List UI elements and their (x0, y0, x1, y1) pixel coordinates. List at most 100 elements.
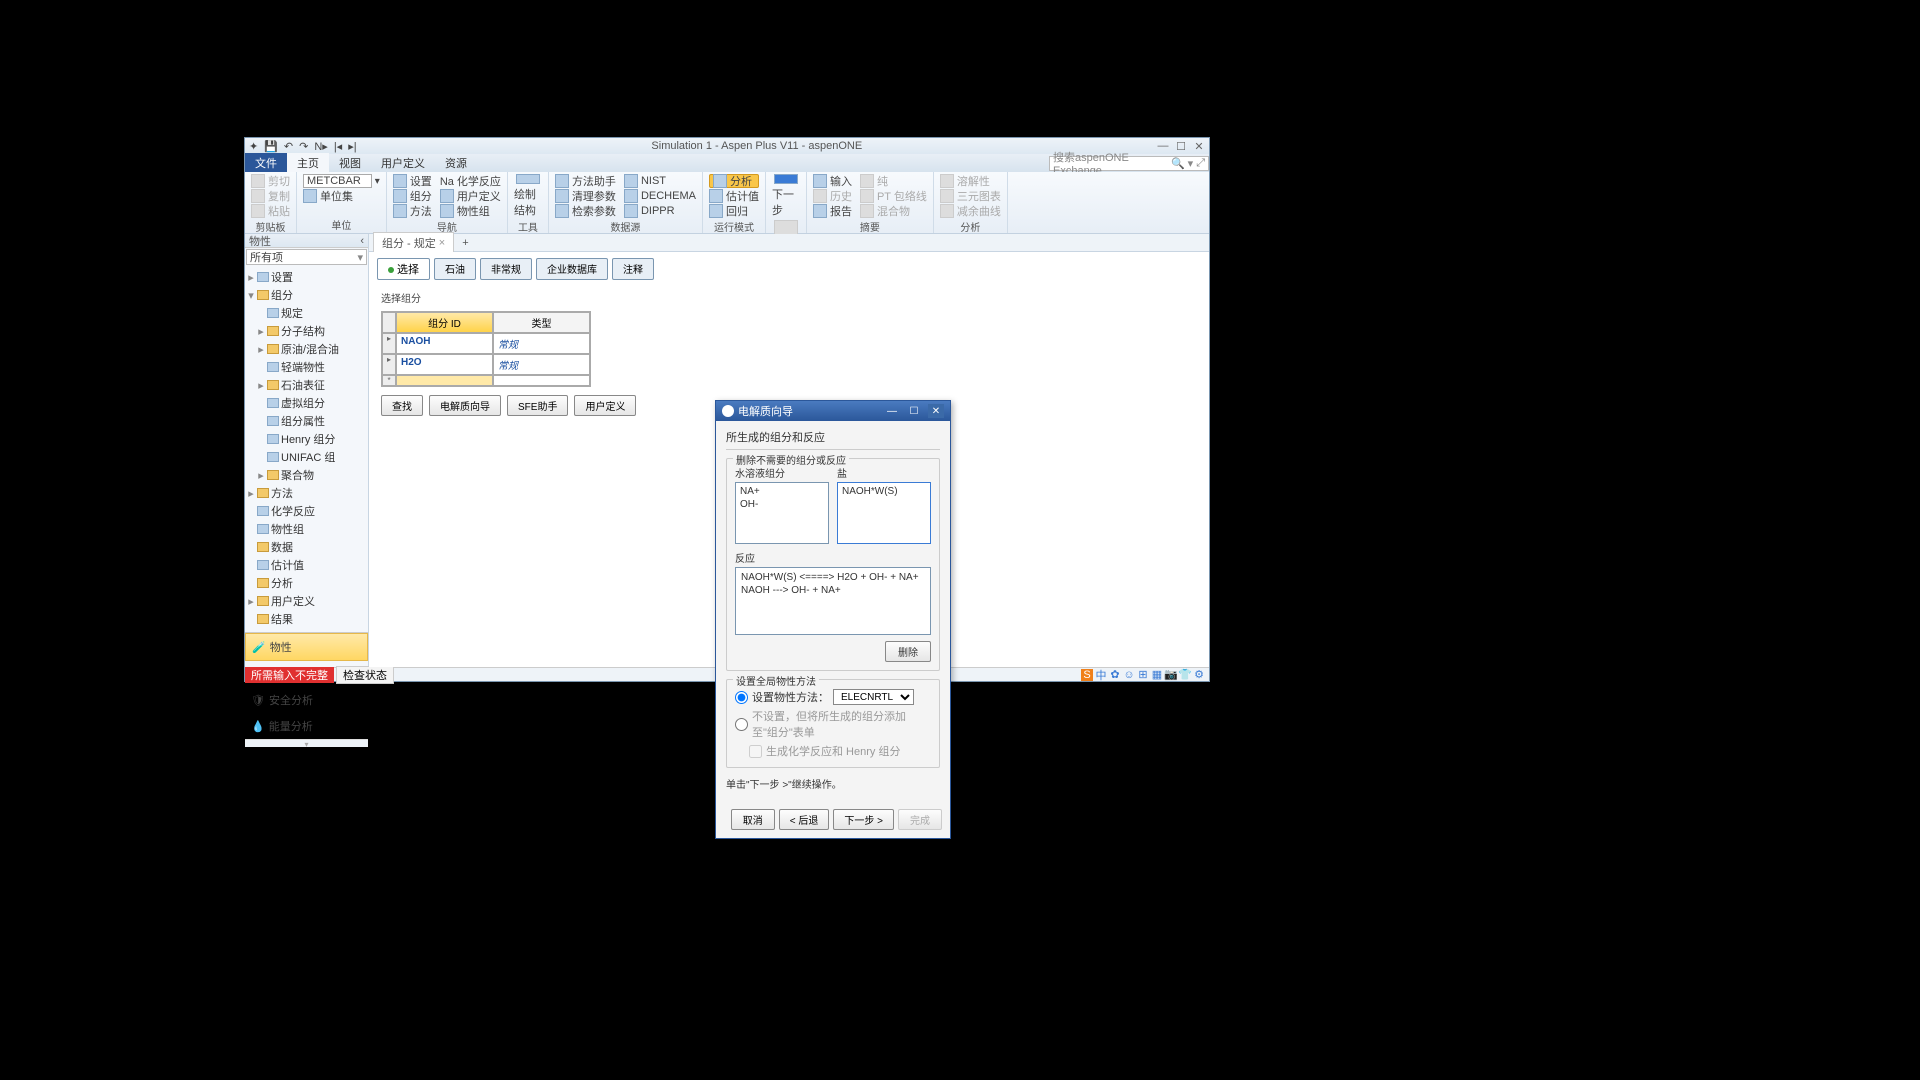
menu-tab-user[interactable]: 用户定义 (371, 153, 435, 173)
cell-id[interactable]: H2O (396, 354, 493, 375)
dialog-minimize[interactable]: — (884, 404, 900, 418)
radio-input[interactable] (735, 718, 748, 731)
ribbon-regression[interactable]: 回归 (709, 204, 759, 218)
ribbon-clean-param[interactable]: 清理参数 (555, 189, 616, 203)
radio-no-set[interactable]: 不设置，但将所生成的组分添加至"组分"表单 (735, 708, 931, 740)
toggle-icon[interactable]: ▸ (257, 325, 265, 338)
toggle-icon[interactable]: ▸ (247, 271, 255, 284)
grid-row[interactable]: H2O 常规 (382, 354, 590, 375)
radio-input[interactable] (735, 691, 748, 704)
tree-item[interactable]: ▸分子结构 (247, 322, 366, 340)
reactions-listbox[interactable]: NAOH*W(S) <====> H2O + OH- + NA+ NAOH --… (735, 567, 931, 635)
tree-item[interactable]: 数据 (247, 538, 366, 556)
row-marker[interactable] (382, 333, 396, 354)
col-id[interactable]: 组分 ID (396, 312, 493, 333)
menu-tab-home[interactable]: 主页 (287, 153, 329, 173)
tray-icon[interactable]: ▦ (1151, 669, 1163, 681)
ribbon-methods[interactable]: 方法 (393, 204, 432, 218)
subtab-comments[interactable]: 注释 (612, 258, 654, 280)
tree-item[interactable]: 估计值 (247, 556, 366, 574)
tree-item[interactable]: 物性组 (247, 520, 366, 538)
salt-listbox[interactable]: NAOH*W(S) (837, 482, 931, 544)
tray-icon[interactable]: ⚙ (1193, 669, 1205, 681)
cat-safety[interactable]: 🛡安全分析 (245, 687, 368, 713)
list-item[interactable]: NA+ (740, 485, 824, 498)
maximize-button[interactable]: ☐ (1175, 140, 1187, 152)
toggle-icon[interactable]: ▸ (257, 469, 265, 482)
tree-item[interactable]: ▾组分 (247, 286, 366, 304)
expand-icon[interactable]: ⤢ (1196, 157, 1205, 170)
tree-item[interactable]: ▸设置 (247, 268, 366, 286)
tray-icon[interactable]: ✿ (1109, 669, 1121, 681)
ribbon-userdef[interactable]: 用户定义 (440, 189, 501, 203)
cancel-button[interactable]: 取消 (731, 809, 775, 830)
search-icon[interactable]: 🔍 (1171, 157, 1185, 170)
cat-expand[interactable]: ▾ (245, 739, 368, 747)
tray-icon[interactable]: 👕 (1179, 669, 1191, 681)
tree-item[interactable]: 分析 (247, 574, 366, 592)
sfe-button[interactable]: SFE助手 (507, 395, 568, 416)
tree-item[interactable]: 组分属性 (247, 412, 366, 430)
subtab-select[interactable]: 选择 (377, 258, 430, 280)
status-check[interactable]: 检查状态 (336, 666, 394, 684)
ribbon-settings[interactable]: 设置 (393, 174, 432, 188)
tree-item[interactable]: 轻端物性 (247, 358, 366, 376)
ribbon-chemistry[interactable]: Na 化学反应 (440, 174, 501, 188)
tree-item[interactable]: 虚拟组分 (247, 394, 366, 412)
ribbon-dippr[interactable]: DIPPR (624, 204, 696, 218)
cell-id-new[interactable] (396, 375, 493, 386)
tray-icon[interactable]: 中 (1095, 669, 1107, 681)
cat-energy[interactable]: 💧能量分析 (245, 713, 368, 739)
dialog-maximize[interactable]: ☐ (906, 404, 922, 418)
collapse-icon[interactable]: ‹ (360, 235, 364, 247)
subtab-petroleum[interactable]: 石油 (434, 258, 476, 280)
tree-item[interactable]: 规定 (247, 304, 366, 322)
tree-item[interactable]: Henry 组分 (247, 430, 366, 448)
col-type[interactable]: 类型 (493, 312, 590, 333)
dropdown-icon[interactable]: ▾ (1188, 157, 1194, 170)
close-button[interactable]: ✕ (1193, 140, 1205, 152)
ribbon-report[interactable]: 报告 (813, 204, 852, 218)
row-marker[interactable] (382, 354, 396, 375)
cell-type[interactable]: 常规 (493, 354, 590, 375)
userdef-button[interactable]: 用户定义 (574, 395, 636, 416)
new-tab-button[interactable]: + (456, 237, 474, 249)
list-item[interactable]: NAOH ---> OH- + NA+ (741, 584, 925, 597)
doc-tab-components[interactable]: 组分 - 规定× (373, 232, 454, 253)
ribbon-components[interactable]: 组分 (393, 189, 432, 203)
toggle-icon[interactable]: ▸ (257, 343, 265, 356)
tray-icon[interactable]: ⊞ (1137, 669, 1149, 681)
tray-icon[interactable]: ☺ (1123, 669, 1135, 681)
cat-properties[interactable]: 🧪物性 (245, 633, 368, 661)
tree-item[interactable]: ▸石油表征 (247, 376, 366, 394)
undo-icon[interactable]: ↶ (284, 140, 293, 153)
redo-icon[interactable]: ↷ (299, 140, 308, 153)
dropdown-icon[interactable]: ▾ (357, 251, 363, 264)
list-item[interactable]: NAOH*W(S) (842, 485, 926, 498)
save-icon[interactable]: 💾 (264, 140, 278, 153)
aqueous-listbox[interactable]: NA+ OH- (735, 482, 829, 544)
tray-icon[interactable]: S (1081, 669, 1093, 681)
ribbon-unit-combo[interactable]: METCBAR▾ (303, 174, 380, 188)
ribbon-search-param[interactable]: 检索参数 (555, 204, 616, 218)
toggle-icon[interactable]: ▸ (257, 379, 265, 392)
subtab-enterprise[interactable]: 企业数据库 (536, 258, 608, 280)
cell-type[interactable]: 常规 (493, 333, 590, 354)
grid-row-new[interactable] (382, 375, 590, 386)
elec-wizard-button[interactable]: 电解质向导 (429, 395, 501, 416)
ribbon-analysis[interactable]: 分析 (709, 174, 759, 188)
step-back-icon[interactable]: |◂ (334, 140, 342, 153)
grid-row[interactable]: NAOH 常规 (382, 333, 590, 354)
row-marker[interactable] (382, 375, 396, 386)
cell-type-new[interactable] (493, 375, 590, 386)
subtab-nonconventional[interactable]: 非常规 (480, 258, 532, 280)
menu-file[interactable]: 文件 (245, 153, 287, 173)
menu-tab-view[interactable]: 视图 (329, 153, 371, 173)
list-item[interactable]: OH- (740, 498, 824, 511)
side-filter[interactable]: 所有项▾ (246, 249, 367, 265)
step-fwd-icon[interactable]: ▸| (348, 140, 356, 153)
next-button[interactable]: 下一步 > (833, 809, 894, 830)
toggle-icon[interactable]: ▸ (247, 595, 255, 608)
cell-id[interactable]: NAOH (396, 333, 493, 354)
list-item[interactable]: NAOH*W(S) <====> H2O + OH- + NA+ (741, 571, 925, 584)
